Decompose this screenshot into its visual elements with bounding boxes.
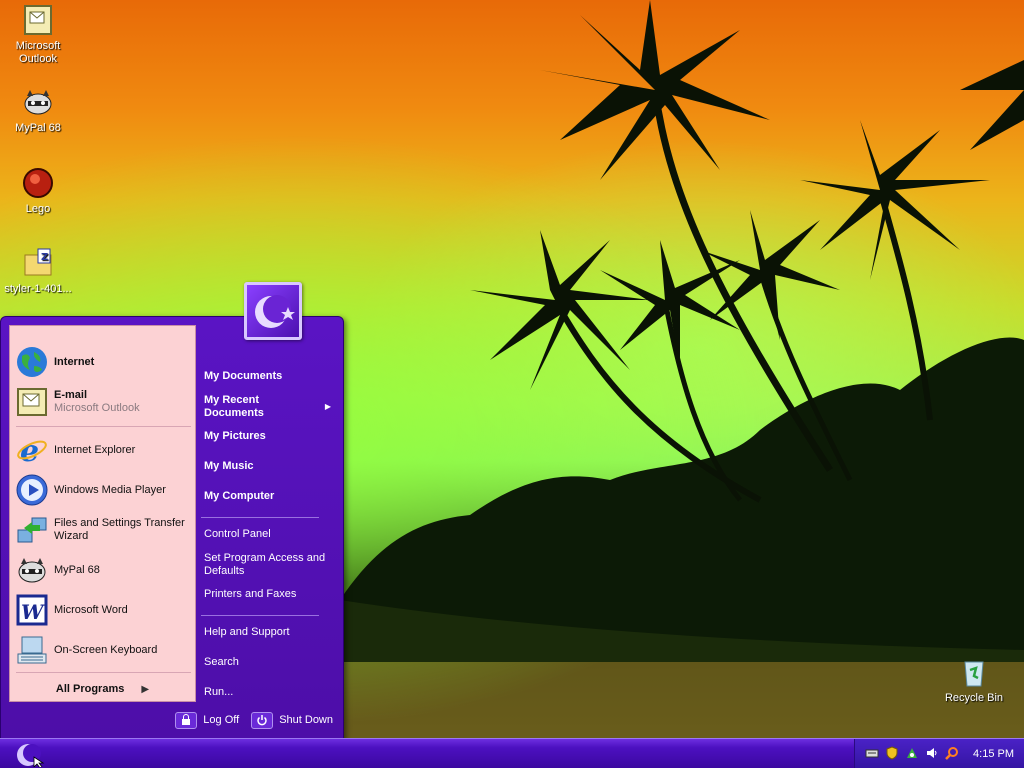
pinned-email[interactable]: E-mail Microsoft Outlook	[16, 386, 191, 418]
crescent-star-icon	[255, 295, 295, 328]
desktop-icon-recycle-bin[interactable]: Recycle Bin	[936, 656, 1012, 705]
desktop-icon-styler-zip[interactable]: Z styler-1-401...	[0, 247, 76, 296]
outlook-icon	[16, 386, 48, 418]
user-picture[interactable]	[244, 282, 302, 340]
globe-icon	[16, 346, 48, 378]
start-menu-places-pane: My Documents My Recent Documents ▶ My Pi…	[197, 325, 337, 702]
media-player-icon	[16, 474, 48, 506]
network-icon[interactable]	[905, 746, 919, 763]
desktop-icon-lego[interactable]: Lego	[0, 167, 76, 216]
places-separator	[201, 517, 319, 518]
shield-icon[interactable]	[885, 745, 899, 763]
desktop-icon-outlook[interactable]: Microsoft Outlook	[0, 4, 76, 66]
recent-transfer-wizard-label: Files and Settings Transfer Wizard	[54, 517, 185, 542]
pinned-internet[interactable]: Internet	[16, 346, 191, 378]
padlock-icon	[175, 711, 198, 729]
system-separator	[201, 615, 319, 616]
search-icon[interactable]	[945, 746, 959, 763]
pinned-separator	[16, 426, 191, 427]
recent-microsoft-word[interactable]: W Microsoft Word	[16, 594, 191, 626]
recent-mypal-label: MyPal 68	[54, 563, 100, 576]
taskbar: 4:15 PM	[0, 738, 1024, 768]
internet-explorer-icon: e	[16, 434, 48, 469]
start-menu-footer: Log Off Shut Down	[1, 701, 343, 739]
system-control-panel[interactable]: Control Panel	[204, 528, 334, 541]
start-button[interactable]	[10, 741, 46, 768]
svg-text:Z: Z	[41, 252, 48, 263]
transfer-wizard-icon	[16, 514, 48, 546]
place-my-computer[interactable]: My Computer	[204, 490, 334, 503]
crescent-logo-icon	[17, 744, 45, 768]
recent-internet-explorer-label: Internet Explorer	[54, 443, 136, 456]
speaker-icon[interactable]	[925, 746, 939, 763]
system-program-access[interactable]: Set Program Access and Defaults	[204, 552, 329, 578]
word-icon: W	[16, 594, 48, 626]
power-icon	[251, 711, 274, 729]
svg-text:e: e	[20, 434, 39, 466]
pinned-internet-label: Internet	[54, 355, 95, 368]
recent-windows-media-player[interactable]: Windows Media Player	[16, 474, 191, 506]
run-item[interactable]: Run...	[204, 686, 334, 699]
shut-down-button[interactable]: Shut Down	[251, 711, 333, 729]
recent-microsoft-word-label: Microsoft Word	[54, 603, 128, 616]
keyboard-icon[interactable]	[865, 746, 879, 763]
chevron-right-icon: ▶	[324, 402, 331, 411]
arrow-right-icon: ▶	[141, 684, 150, 695]
search-item[interactable]: Search	[204, 656, 334, 669]
recent-windows-media-player-label: Windows Media Player	[54, 483, 166, 496]
pinned-email-sublabel: Microsoft Outlook	[54, 402, 140, 414]
log-off-label: Log Off	[203, 714, 240, 726]
place-my-documents[interactable]: My Documents	[204, 370, 334, 383]
system-tray: 4:15 PM	[854, 739, 1024, 768]
place-my-music[interactable]: My Music	[204, 460, 334, 473]
all-programs-label: All Programs	[55, 683, 125, 695]
outlook-icon	[22, 4, 54, 36]
recent-mypal[interactable]: MyPal 68	[16, 554, 191, 586]
recent-on-screen-keyboard-label: On-Screen Keyboard	[54, 643, 158, 656]
taskbar-clock[interactable]: 4:15 PM	[973, 748, 1014, 760]
system-printers-faxes[interactable]: Printers and Faxes	[204, 588, 334, 601]
recent-on-screen-keyboard[interactable]: On-Screen Keyboard	[16, 634, 191, 666]
recent-transfer-wizard[interactable]: Files and Settings Transfer Wizard	[16, 514, 191, 546]
raccoon-icon	[22, 86, 54, 118]
shut-down-label: Shut Down	[279, 714, 333, 726]
raccoon-icon	[16, 554, 48, 586]
start-menu: Internet E-mail Microsoft Outlook e Inte…	[0, 316, 344, 740]
svg-text:W: W	[21, 600, 46, 624]
recent-internet-explorer[interactable]: e Internet Explorer	[16, 434, 191, 469]
help-and-support[interactable]: Help and Support	[204, 626, 334, 639]
desktop-icon-mypal[interactable]: MyPal 68	[0, 86, 76, 135]
all-programs-button[interactable]: All Programs ▶	[10, 683, 195, 695]
all-programs-separator	[16, 672, 191, 673]
place-my-pictures[interactable]: My Pictures	[204, 430, 334, 443]
pinned-email-label: E-mail	[54, 389, 88, 401]
keyboard-icon	[16, 634, 48, 666]
start-menu-programs-pane: Internet E-mail Microsoft Outlook e Inte…	[9, 325, 196, 702]
log-off-button[interactable]: Log Off	[175, 711, 240, 729]
recycle-bin-icon	[958, 656, 990, 688]
place-my-recent-documents[interactable]: My Recent Documents	[204, 394, 294, 420]
lego-icon	[22, 167, 54, 199]
zip-folder-icon: Z	[22, 247, 54, 279]
